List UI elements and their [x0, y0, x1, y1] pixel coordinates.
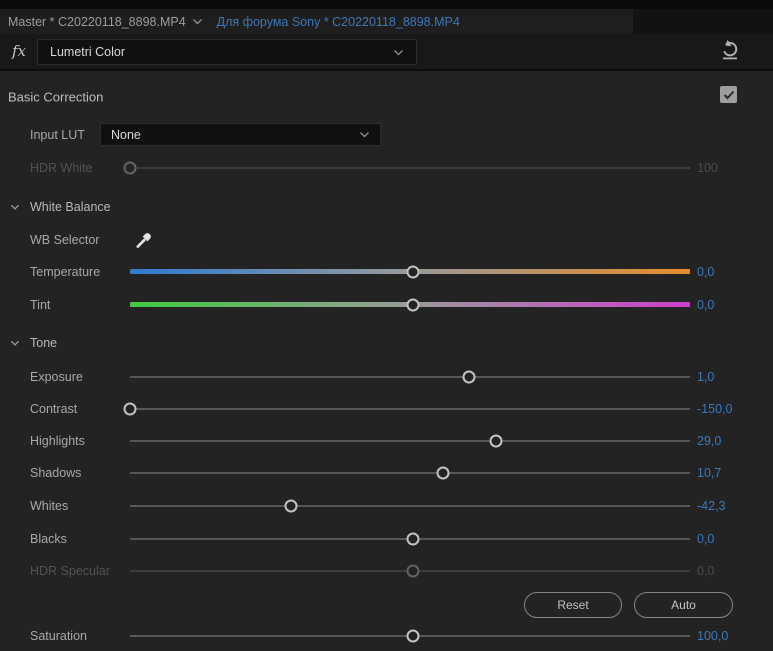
exposure-knob[interactable]: [462, 371, 475, 384]
exposure-slider[interactable]: [130, 365, 690, 389]
contrast-value[interactable]: -150,0: [697, 402, 732, 416]
saturation-slider[interactable]: [130, 624, 690, 648]
buttons-row: Reset Auto: [0, 592, 773, 618]
whites-row: Whites -42,3: [0, 494, 773, 518]
wb-selector-row: WB Selector: [0, 228, 773, 252]
chevron-down-icon: [359, 131, 370, 138]
hdr-specular-label: HDR Specular: [30, 564, 110, 578]
shadows-knob[interactable]: [437, 467, 450, 480]
effect-selector-value: Lumetri Color: [50, 45, 125, 59]
whites-value[interactable]: -42,3: [697, 499, 726, 513]
contrast-label: Contrast: [30, 402, 77, 416]
auto-button[interactable]: Auto: [634, 592, 733, 618]
white-balance-header-row: White Balance: [0, 195, 773, 219]
white-balance-title[interactable]: White Balance: [30, 200, 111, 214]
section-title: Basic Correction: [8, 90, 103, 105]
shadows-track: [130, 472, 690, 474]
highlights-label: Highlights: [30, 434, 85, 448]
tint-slider[interactable]: [130, 293, 690, 317]
checkmark-icon: [723, 90, 735, 100]
blacks-row: Blacks 0,0: [0, 527, 773, 551]
saturation-row: Saturation 100,0: [0, 624, 773, 648]
tab-master-clip[interactable]: Master * C20220118_8898.MP4: [8, 15, 186, 29]
temperature-slider[interactable]: [130, 260, 690, 284]
eyedropper-icon[interactable]: [132, 229, 156, 251]
shadows-row: Shadows 10,7: [0, 461, 773, 485]
panel-top-edge: [0, 0, 773, 9]
exposure-row: Exposure 1,0: [0, 365, 773, 389]
chevron-down-icon[interactable]: [10, 204, 20, 211]
hdr-specular-slider: [130, 559, 690, 583]
hdr-specular-knob: [406, 565, 419, 578]
tone-header-row: Tone: [0, 331, 773, 355]
chevron-down-icon: [393, 49, 404, 56]
lumetri-effect-controls-panel: Master * C20220118_8898.MP4 Для форума S…: [0, 0, 773, 651]
effect-header-bar: fx Lumetri Color: [0, 34, 773, 69]
exposure-label: Exposure: [30, 370, 83, 384]
hdr-white-slider: [130, 156, 690, 180]
contrast-slider[interactable]: [130, 397, 690, 421]
wb-selector-label: WB Selector: [30, 233, 99, 247]
input-lut-value: None: [111, 128, 141, 142]
blacks-knob[interactable]: [406, 533, 419, 546]
whites-slider[interactable]: [130, 494, 690, 518]
input-lut-row: Input LUT None: [0, 123, 773, 147]
input-lut-label: Input LUT: [30, 128, 85, 142]
tab-sequence-clip[interactable]: Для форума Sony * C20220118_8898.MP4: [217, 15, 460, 29]
saturation-knob[interactable]: [406, 630, 419, 643]
highlights-track: [130, 440, 690, 442]
tint-knob[interactable]: [406, 299, 419, 312]
fx-icon: fx: [12, 42, 26, 60]
hdr-specular-value: 0,0: [697, 564, 714, 578]
temperature-knob[interactable]: [406, 266, 419, 279]
hdr-white-value: 100: [697, 161, 718, 175]
chevron-down-icon[interactable]: [192, 18, 203, 25]
whites-track: [130, 505, 690, 507]
tone-title[interactable]: Tone: [30, 336, 57, 350]
tint-row: Tint 0,0: [0, 293, 773, 317]
hdr-white-label: HDR White: [30, 161, 93, 175]
blacks-slider[interactable]: [130, 527, 690, 551]
highlights-row: Highlights 29,0: [0, 429, 773, 453]
tint-label: Tint: [30, 298, 50, 312]
hdr-specular-row: HDR Specular 0,0: [0, 559, 773, 583]
shadows-value[interactable]: 10,7: [697, 466, 721, 480]
whites-knob[interactable]: [285, 500, 298, 513]
highlights-slider[interactable]: [130, 429, 690, 453]
chevron-down-icon[interactable]: [10, 340, 20, 347]
blacks-value[interactable]: 0,0: [697, 532, 714, 546]
contrast-track: [130, 408, 690, 410]
whites-label: Whites: [30, 499, 68, 513]
shadows-label: Shadows: [30, 466, 81, 480]
effect-controls-tabbar: Master * C20220118_8898.MP4 Для форума S…: [0, 9, 773, 34]
tint-value[interactable]: 0,0: [697, 298, 714, 312]
shadows-slider[interactable]: [130, 461, 690, 485]
section-header-row: Basic Correction: [0, 85, 773, 109]
temperature-label: Temperature: [30, 265, 100, 279]
reset-button[interactable]: Reset: [524, 592, 622, 618]
contrast-knob[interactable]: [124, 403, 137, 416]
exposure-track: [130, 376, 690, 378]
hdr-white-knob: [124, 162, 137, 175]
blacks-label: Blacks: [30, 532, 67, 546]
contrast-row: Contrast -150,0: [0, 397, 773, 421]
hdr-white-track: [130, 167, 690, 169]
input-lut-dropdown[interactable]: None: [100, 123, 381, 146]
temperature-row: Temperature 0,0: [0, 260, 773, 284]
basic-correction-enable-checkbox[interactable]: [720, 86, 737, 103]
reset-effect-icon[interactable]: [717, 36, 743, 64]
highlights-value[interactable]: 29,0: [697, 434, 721, 448]
basic-correction-panel: Basic Correction Input LUT None HDR Whit…: [0, 71, 773, 651]
exposure-value[interactable]: 1,0: [697, 370, 714, 384]
highlights-knob[interactable]: [490, 435, 503, 448]
effect-selector-dropdown[interactable]: Lumetri Color: [37, 39, 417, 65]
tabbar-empty-area: [633, 9, 773, 34]
saturation-label: Saturation: [30, 629, 87, 643]
hdr-white-row: HDR White 100: [0, 156, 773, 180]
temperature-value[interactable]: 0,0: [697, 265, 714, 279]
saturation-value[interactable]: 100,0: [697, 629, 728, 643]
